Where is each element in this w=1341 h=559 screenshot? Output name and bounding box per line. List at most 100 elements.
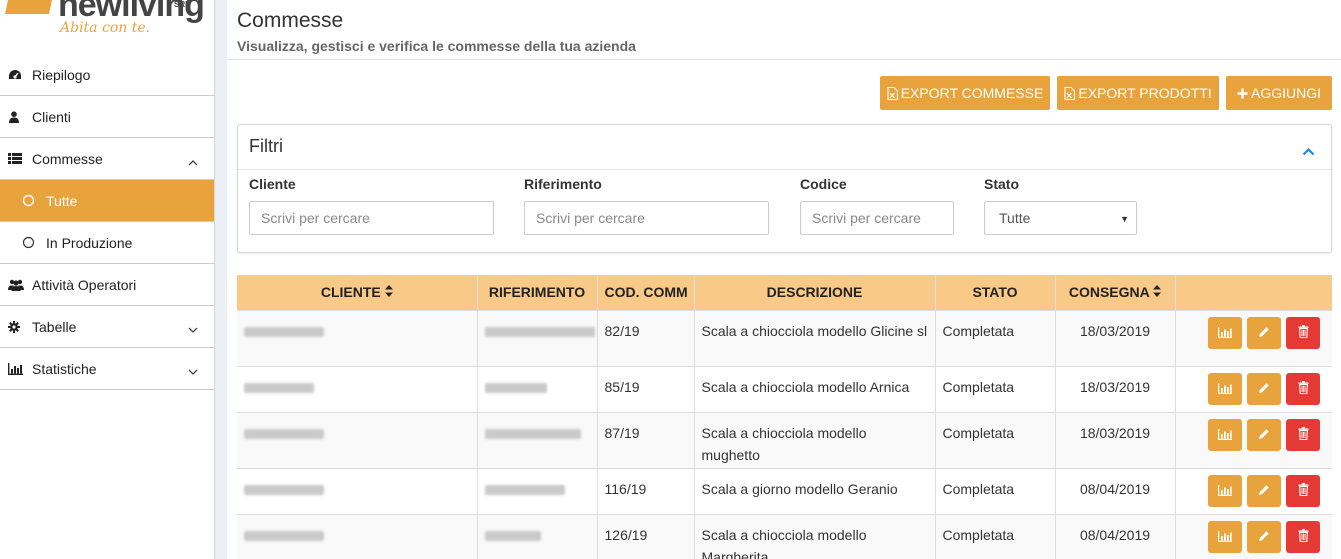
pencil-icon <box>1258 480 1270 502</box>
bar-chart-icon <box>1218 322 1232 344</box>
statistics-button[interactable] <box>1208 418 1242 451</box>
cell-riferimento <box>477 309 598 366</box>
brand-logo[interactable]: newliving SRL Abita con te. <box>0 0 214 54</box>
table-row[interactable]: 82/19 Scala a chiocciola modello Glicine … <box>237 309 1332 366</box>
cell-descrizione: Scala a chiocciola modello Margherita <box>694 513 936 559</box>
stato-select[interactable]: Tutte ▼ <box>984 201 1137 235</box>
sidebar-item-statistiche[interactable]: Statistiche <box>0 348 214 390</box>
page-title: Commesse <box>237 9 344 32</box>
table-row[interactable]: 87/19 Scala a chiocciola modello mughetto… <box>237 411 1332 468</box>
filters-title: Filtri <box>249 136 283 156</box>
commesse-table: CLIENTE RIFERIMENTO COD. COMM DESCRIZION… <box>237 275 1332 559</box>
sidebar-item-tutte[interactable]: Tutte <box>0 180 214 222</box>
statistics-button[interactable] <box>1208 372 1242 405</box>
sidebar-item-commesse[interactable]: Commesse <box>0 138 214 180</box>
edit-button[interactable] <box>1247 520 1281 553</box>
edit-button[interactable] <box>1247 372 1281 405</box>
redacted-cliente <box>244 382 314 393</box>
circle-icon <box>22 236 40 249</box>
sidebar-item-in-produzione[interactable]: In Produzione <box>0 222 214 264</box>
delete-button[interactable] <box>1286 474 1320 507</box>
delete-button[interactable] <box>1286 372 1320 405</box>
logo-tagline: Abita con te. <box>60 20 151 36</box>
sidebar: newliving SRL Abita con te. Riepilogo Cl… <box>0 0 215 559</box>
redacted-riferimento <box>484 382 547 393</box>
column-header-cod-comm: COD. COMM <box>597 275 695 310</box>
cell-riferimento <box>477 411 598 468</box>
codice-label: Codice <box>800 176 847 192</box>
cell-stato: Completata <box>935 513 1056 559</box>
cell-stato: Completata <box>935 411 1056 468</box>
table-header-row: CLIENTE RIFERIMENTO COD. COMM DESCRIZION… <box>237 275 1332 310</box>
cell-cod-comm: 82/19 <box>597 309 695 366</box>
redacted-riferimento <box>484 530 541 541</box>
pencil-icon <box>1258 378 1270 400</box>
codice-search-input[interactable]: Scrivi per cercare <box>800 201 954 235</box>
delete-button[interactable] <box>1286 316 1320 349</box>
statistics-button[interactable] <box>1208 474 1242 507</box>
cell-cod-comm: 126/19 <box>597 513 695 559</box>
cell-stato: Completata <box>935 365 1056 412</box>
sidebar-item-attivita-operatori[interactable]: Attività Operatori <box>0 264 214 306</box>
column-header-descrizione: DESCRIZIONE <box>694 275 936 310</box>
cell-consegna: 18/03/2019 <box>1055 365 1176 412</box>
sidebar-item-riepilogo[interactable]: Riepilogo <box>0 54 214 96</box>
column-header-cliente[interactable]: CLIENTE <box>237 275 478 310</box>
column-header-actions <box>1175 275 1332 310</box>
header-divider <box>227 59 1341 60</box>
sidebar-item-tabelle[interactable]: Tabelle <box>0 306 214 348</box>
cell-cliente <box>237 467 478 514</box>
edit-button[interactable] <box>1247 316 1281 349</box>
table-row[interactable]: 85/19 Scala a chiocciola modello Arnica Co… <box>237 365 1332 412</box>
sidebar-item-label: Tutte <box>46 192 78 209</box>
redacted-cliente <box>244 428 324 439</box>
statistics-button[interactable] <box>1208 520 1242 553</box>
riferimento-search-input[interactable]: Scrivi per cercare <box>524 201 769 235</box>
page-subtitle: Visualizza, gestisci e verifica le comme… <box>237 38 636 54</box>
delete-button[interactable] <box>1286 418 1320 451</box>
redacted-riferimento <box>484 326 595 337</box>
edit-button[interactable] <box>1247 474 1281 507</box>
logo-mark-icon <box>5 0 55 14</box>
statistics-button[interactable] <box>1208 316 1242 349</box>
table-row[interactable]: 126/19 Scala a chiocciola modello Margher… <box>237 513 1332 559</box>
sidebar-item-label: Tabelle <box>32 318 77 335</box>
user-icon <box>8 110 26 123</box>
column-header-consegna[interactable]: CONSEGNA <box>1055 275 1176 310</box>
cell-cliente <box>237 513 478 559</box>
pencil-icon <box>1258 526 1270 548</box>
export-prodotti-button[interactable]: EXPORT PRODOTTI <box>1057 76 1219 110</box>
add-label: AGGIUNGI <box>1250 85 1321 101</box>
pencil-icon <box>1258 424 1270 446</box>
riferimento-label: Riferimento <box>524 176 602 192</box>
plus-icon <box>1237 88 1248 98</box>
redacted-riferimento <box>484 428 581 439</box>
filters-divider <box>238 169 1331 170</box>
sidebar-item-clienti[interactable]: Clienti <box>0 96 214 138</box>
trash-icon <box>1298 378 1309 400</box>
cliente-search-input[interactable]: Scrivi per cercare <box>249 201 494 235</box>
chevron-down-icon <box>188 363 198 379</box>
bar-chart-icon <box>1218 378 1232 400</box>
chevron-up-icon[interactable] <box>1302 143 1315 161</box>
cell-cliente <box>237 365 478 412</box>
add-button[interactable]: AGGIUNGI <box>1226 76 1332 110</box>
edit-button[interactable] <box>1247 418 1281 451</box>
logo-suffix: SRL <box>174 0 190 9</box>
gear-icon <box>8 320 26 333</box>
filters-panel: Filtri Cliente Scrivi per cercare Riferi… <box>237 124 1332 253</box>
cell-stato: Completata <box>935 467 1056 514</box>
cell-consegna: 18/03/2019 <box>1055 309 1176 366</box>
column-header-stato: STATO <box>935 275 1056 310</box>
trash-icon <box>1298 480 1309 502</box>
table-row[interactable]: 116/19 Scala a giorno modello Geranio Comp… <box>237 467 1332 514</box>
cell-cod-comm: 85/19 <box>597 365 695 412</box>
redacted-riferimento <box>484 484 565 495</box>
cell-actions <box>1175 309 1332 366</box>
redacted-cliente <box>244 530 324 541</box>
export-commesse-button[interactable]: EXPORT COMMESSE <box>880 76 1050 110</box>
cliente-label: Cliente <box>249 176 296 192</box>
delete-button[interactable] <box>1286 520 1320 553</box>
trash-icon <box>1298 526 1309 548</box>
redacted-cliente <box>244 326 324 337</box>
